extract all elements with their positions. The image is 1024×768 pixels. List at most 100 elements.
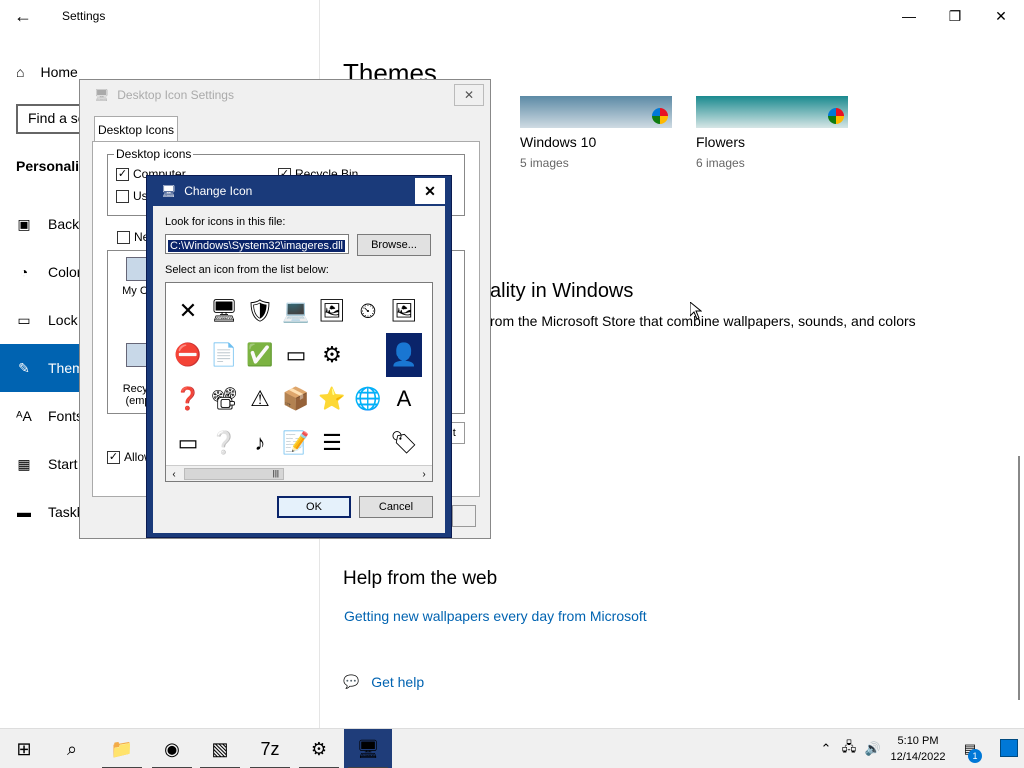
icon-grid: ✕ 🖥 🛡 💻 🖼 ⏲ 🖼 ⛔ 📄 ✅ ▭ ⚙ 👤 ❓ 📽 ⚠ 📦 ⭐ 🌐 A ▭ ❔ ♪ 📝 ☰ 🏷 [170,289,422,465]
scroll-left-button[interactable]: ‹ [166,466,182,481]
icon-choice[interactable]: ⚠ [242,377,278,421]
show-hidden-icons-button[interactable]: ⌃ [816,729,836,768]
theme-flowers[interactable]: Flowers 6 images [696,96,848,170]
file-explorer-button[interactable]: 📁 [98,729,146,768]
dialog-title: Desktop Icon Settings [117,88,234,102]
nav-home-label: Home [40,64,78,80]
dialog-title: Change Icon [184,184,253,198]
browse-button[interactable]: Browse... [357,234,431,256]
app-icon: ▧ [211,738,229,759]
clock[interactable]: 5:10 PM 12/14/2022 [888,733,948,765]
apply-button[interactable] [452,505,476,527]
personality-description: rom the Microsoft Store that combine wal… [490,313,916,329]
icon-choice[interactable]: ✕ [170,289,206,333]
checkbox-network[interactable]: Ne [117,230,149,244]
home-icon: ⌂ [16,64,25,80]
dialog-title-bar: 🖥 Change Icon [147,176,451,206]
dialog-close-button[interactable]: ✕ [415,178,445,204]
horizontal-scrollbar[interactable]: ‹ ||| › [166,465,432,481]
icon-choice[interactable] [350,333,386,377]
ok-button[interactable]: OK [277,496,351,518]
icon-choice[interactable]: 👤 [386,333,422,377]
network-icon: 🖧 [841,739,857,754]
icon-choice[interactable]: ▭ [278,333,314,377]
action-center-button[interactable]: ▤ [956,729,984,768]
icon-choice[interactable]: ✅ [242,333,278,377]
theme-name: Windows 10 [520,134,597,150]
cancel-button[interactable]: Cancel [359,496,433,518]
volume-button[interactable]: 🔊 [862,729,884,768]
tab-desktop-icons[interactable]: Desktop Icons [94,116,178,142]
theme-windows-10[interactable]: Windows 10 5 images [520,96,672,170]
maximize-button[interactable]: ❐ [932,0,978,32]
icon-choice[interactable]: ⭐ [314,377,350,421]
app-button[interactable]: ▧ [196,729,244,768]
scroll-right-button[interactable]: › [416,466,432,481]
icon-choice[interactable]: 📦 [278,377,314,421]
icon-choice[interactable]: ⚙ [314,333,350,377]
dialog-close-button[interactable]: ✕ [454,84,484,106]
7zip-button[interactable]: 7z [246,729,294,768]
dialog-title-bar: 🖥 Desktop Icon Settings [80,80,490,110]
close-button[interactable]: ✕ [978,0,1024,32]
nav-home[interactable]: ⌂ Home [16,64,78,80]
scroll-thumb[interactable]: ||| [184,468,284,480]
icon-choice[interactable]: ❓ [170,377,206,421]
get-help-link[interactable]: 💬 Get help [343,674,424,690]
icon-choice[interactable]: 📄 [206,333,242,377]
minimize-icon: — [902,8,916,24]
nav-item-label: Start [48,456,78,472]
icon-choice[interactable]: 📝 [278,421,314,465]
nav-item-label: Color [48,264,82,280]
icon-choice[interactable]: ☰ [314,421,350,465]
icon-choice[interactable] [350,421,386,465]
chrome-button[interactable]: ◉ [148,729,196,768]
icon-choice[interactable]: ▭ [170,421,206,465]
taskbar-icon: ▬ [17,504,31,520]
icon-choice[interactable]: ❔ [206,421,242,465]
icon-choice[interactable]: ♪ [242,421,278,465]
clock-date: 12/14/2022 [890,751,946,763]
back-button[interactable]: ← [0,0,46,32]
back-arrow-icon: ← [14,5,32,26]
theme-name: Flowers [696,134,746,150]
change-icon-dialog: 🖥 Change Icon ✕ Look for icons in this f… [146,175,452,538]
icon-list[interactable]: ✕ 🖥 🛡 💻 🖼 ⏲ 🖼 ⛔ 📄 ✅ ▭ ⚙ 👤 ❓ 📽 ⚠ 📦 ⭐ 🌐 A ▭ ❔ ♪ 📝 ☰ 🏷 ‹ ||| › [165,282,433,482]
icon-choice[interactable]: 🖥 [206,289,242,333]
checkbox-box: ✓ [116,167,129,181]
icon-choice[interactable]: A [386,377,422,421]
theme-thumbnail [696,96,848,128]
title-bar: ← Settings [0,0,320,32]
monitor-icon: 🖥 [161,184,177,198]
icon-choice[interactable]: 🏷 [386,421,422,465]
start-icon: ▦ [17,455,31,472]
file-path-input[interactable]: C:\Windows\System32\imageres.dll [165,234,349,254]
section-title: Personaliz [16,158,87,174]
start-button[interactable]: ⊞ [0,729,48,768]
network-button[interactable]: 🖧 [838,729,860,768]
settings-taskbar-button[interactable]: ⚙ [295,729,343,768]
icon-choice[interactable]: 🖼 [386,289,422,333]
checkbox-box [117,230,130,244]
show-desktop-button[interactable] [1000,739,1018,757]
mouse-cursor-icon [690,302,702,320]
icon-choice[interactable]: ⏲ [350,289,386,333]
file-path-value: C:\Windows\System32\imageres.dll [168,240,346,252]
personality-heading: ality in Windows [490,280,634,302]
icon-choice[interactable]: 📽 [206,377,242,421]
theme-thumbnail [520,96,672,128]
desktop-icon-settings-taskbar-button[interactable]: 🖥 [344,729,392,768]
scrollbar[interactable] [1018,456,1020,700]
dialog-body: Look for icons in this file: C:\Windows\… [153,206,445,533]
icon-choice[interactable]: 🛡 [242,289,278,333]
icon-choice[interactable]: ⛔ [170,333,206,377]
minimize-button[interactable]: — [886,0,932,32]
search-icon: ⌕ [66,738,78,759]
icon-choice[interactable]: 🖼 [314,289,350,333]
chat-help-icon: 💬 [343,674,360,689]
monitor-icon: 🖥 [94,88,110,102]
icon-choice[interactable]: 💻 [278,289,314,333]
help-link[interactable]: Getting new wallpapers every day from Mi… [344,608,647,624]
search-button[interactable]: ⌕ [48,729,96,768]
icon-choice[interactable]: 🌐 [350,377,386,421]
